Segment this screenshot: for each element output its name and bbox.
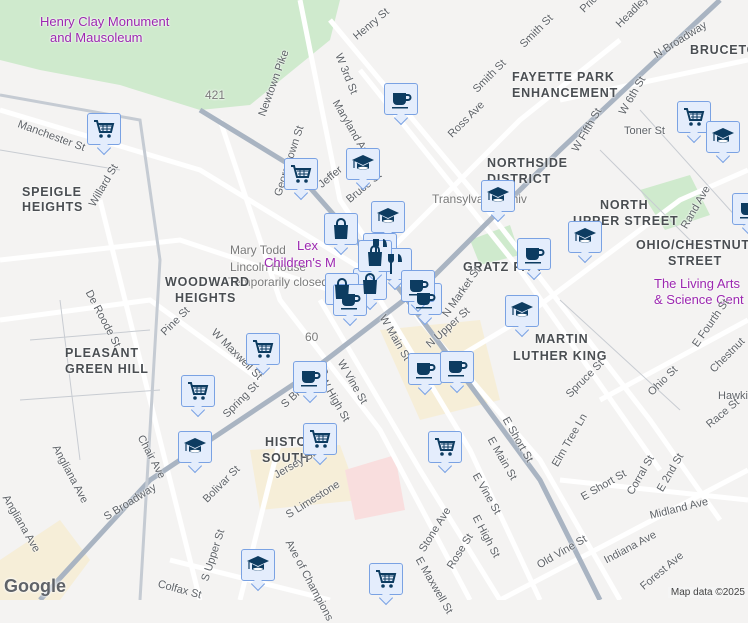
- google-logo: Google: [4, 576, 66, 596]
- shopping-bag-icon: [363, 244, 387, 268]
- shopping-cart-icon: [682, 105, 706, 129]
- map-label-toner: Toner St: [624, 125, 665, 137]
- map-label-northside-1: NORTHSIDE: [487, 156, 568, 170]
- map-label-speigle-2: HEIGHTS: [22, 200, 84, 214]
- graduation-cap-icon: [510, 299, 534, 323]
- map-marker-cap[interactable]: [371, 201, 405, 233]
- graduation-cap-icon: [573, 225, 597, 249]
- map-marker-cap[interactable]: [505, 295, 539, 327]
- graduation-cap-icon: [486, 184, 510, 208]
- map-marker-cup[interactable]: [517, 238, 551, 270]
- map-marker-cap[interactable]: [241, 549, 275, 581]
- coffee-cup-icon: [522, 242, 546, 266]
- coffee-cup-icon: [406, 274, 430, 298]
- map-marker-cap[interactable]: [481, 180, 515, 212]
- map-label-pleasant-1: PLEASANT: [65, 346, 139, 360]
- map-marker-bag[interactable]: [324, 213, 358, 245]
- map-marker-cart[interactable]: [428, 431, 462, 463]
- map-marker-cup[interactable]: [732, 193, 748, 225]
- map-marker-cap[interactable]: [178, 431, 212, 463]
- map-marker-cup[interactable]: [384, 83, 418, 115]
- coffee-cup-icon: [389, 87, 413, 111]
- map-label-histo-1: HISTO: [265, 435, 307, 449]
- map-marker-bag[interactable]: [358, 240, 392, 272]
- map-marker-cart[interactable]: [369, 563, 403, 595]
- coffee-cup-icon: [338, 288, 362, 312]
- map-marker-cart[interactable]: [181, 375, 215, 407]
- map-marker-cup[interactable]: [440, 351, 474, 383]
- map-marker-cap[interactable]: [706, 121, 740, 153]
- graduation-cap-icon: [376, 205, 400, 229]
- coffee-cup-icon: [737, 197, 748, 221]
- map-label-pleasant-2: GREEN HILL: [65, 362, 149, 376]
- map-marker-cart[interactable]: [303, 423, 337, 455]
- map-label-henry-clay-2[interactable]: and Mausoleum: [50, 30, 143, 45]
- map-label-speigle-1: SPEIGLE: [22, 185, 82, 199]
- map-label-henry-clay-1[interactable]: Henry Clay Monument: [40, 14, 169, 29]
- map-marker-cup[interactable]: [401, 270, 435, 302]
- map-marker-cap[interactable]: [568, 221, 602, 253]
- graduation-cap-icon: [711, 125, 735, 149]
- map-marker-cart[interactable]: [677, 101, 711, 133]
- shopping-cart-icon: [251, 337, 275, 361]
- coffee-cup-icon: [413, 357, 437, 381]
- map-marker-cup[interactable]: [333, 284, 367, 316]
- map-label-woodward-1: WOODWARD: [165, 275, 250, 289]
- map-label-us60[interactable]: 60: [305, 330, 318, 344]
- map-label-woodward-2: HEIGHTS: [175, 291, 237, 305]
- map-label-north-1: NORTH: [600, 198, 649, 212]
- map-label-lex-2[interactable]: Children's M: [264, 255, 336, 270]
- shopping-cart-icon: [92, 117, 116, 141]
- map-marker-cart[interactable]: [87, 113, 121, 145]
- shopping-bag-icon: [329, 217, 353, 241]
- map-marker-cup[interactable]: [408, 353, 442, 385]
- map-marker-cap[interactable]: [346, 148, 380, 180]
- graduation-cap-icon: [246, 553, 270, 577]
- shopping-cart-icon: [308, 427, 332, 451]
- map-label-lex-1[interactable]: Lex: [297, 238, 318, 253]
- graduation-cap-icon: [351, 152, 375, 176]
- map-label-fayette-1: FAYETTE PARK: [512, 70, 615, 84]
- map-label-fayette-2: ENHANCEMENT: [512, 86, 619, 100]
- map-label-arts-1[interactable]: The Living Arts: [654, 276, 740, 291]
- map-attribution[interactable]: Map data ©2025: [667, 587, 748, 598]
- map-marker-cart[interactable]: [246, 333, 280, 365]
- graduation-cap-icon: [183, 435, 207, 459]
- shopping-cart-icon: [186, 379, 210, 403]
- map-label-us421[interactable]: 421: [205, 88, 225, 102]
- shopping-cart-icon: [433, 435, 457, 459]
- map-marker-cart[interactable]: [284, 158, 318, 190]
- map-label-mlk-1: MARTIN: [535, 332, 589, 346]
- map-marker-cup[interactable]: [293, 361, 327, 393]
- coffee-cup-icon: [445, 355, 469, 379]
- map-label-ohio-1: OHIO/CHESTNUT: [636, 238, 748, 252]
- map-label-bruceton: BRUCETO: [690, 43, 748, 57]
- shopping-cart-icon: [289, 162, 313, 186]
- coffee-cup-icon: [298, 365, 322, 389]
- map-label-ohio-2: STREET: [668, 254, 723, 268]
- shopping-cart-icon: [374, 567, 398, 591]
